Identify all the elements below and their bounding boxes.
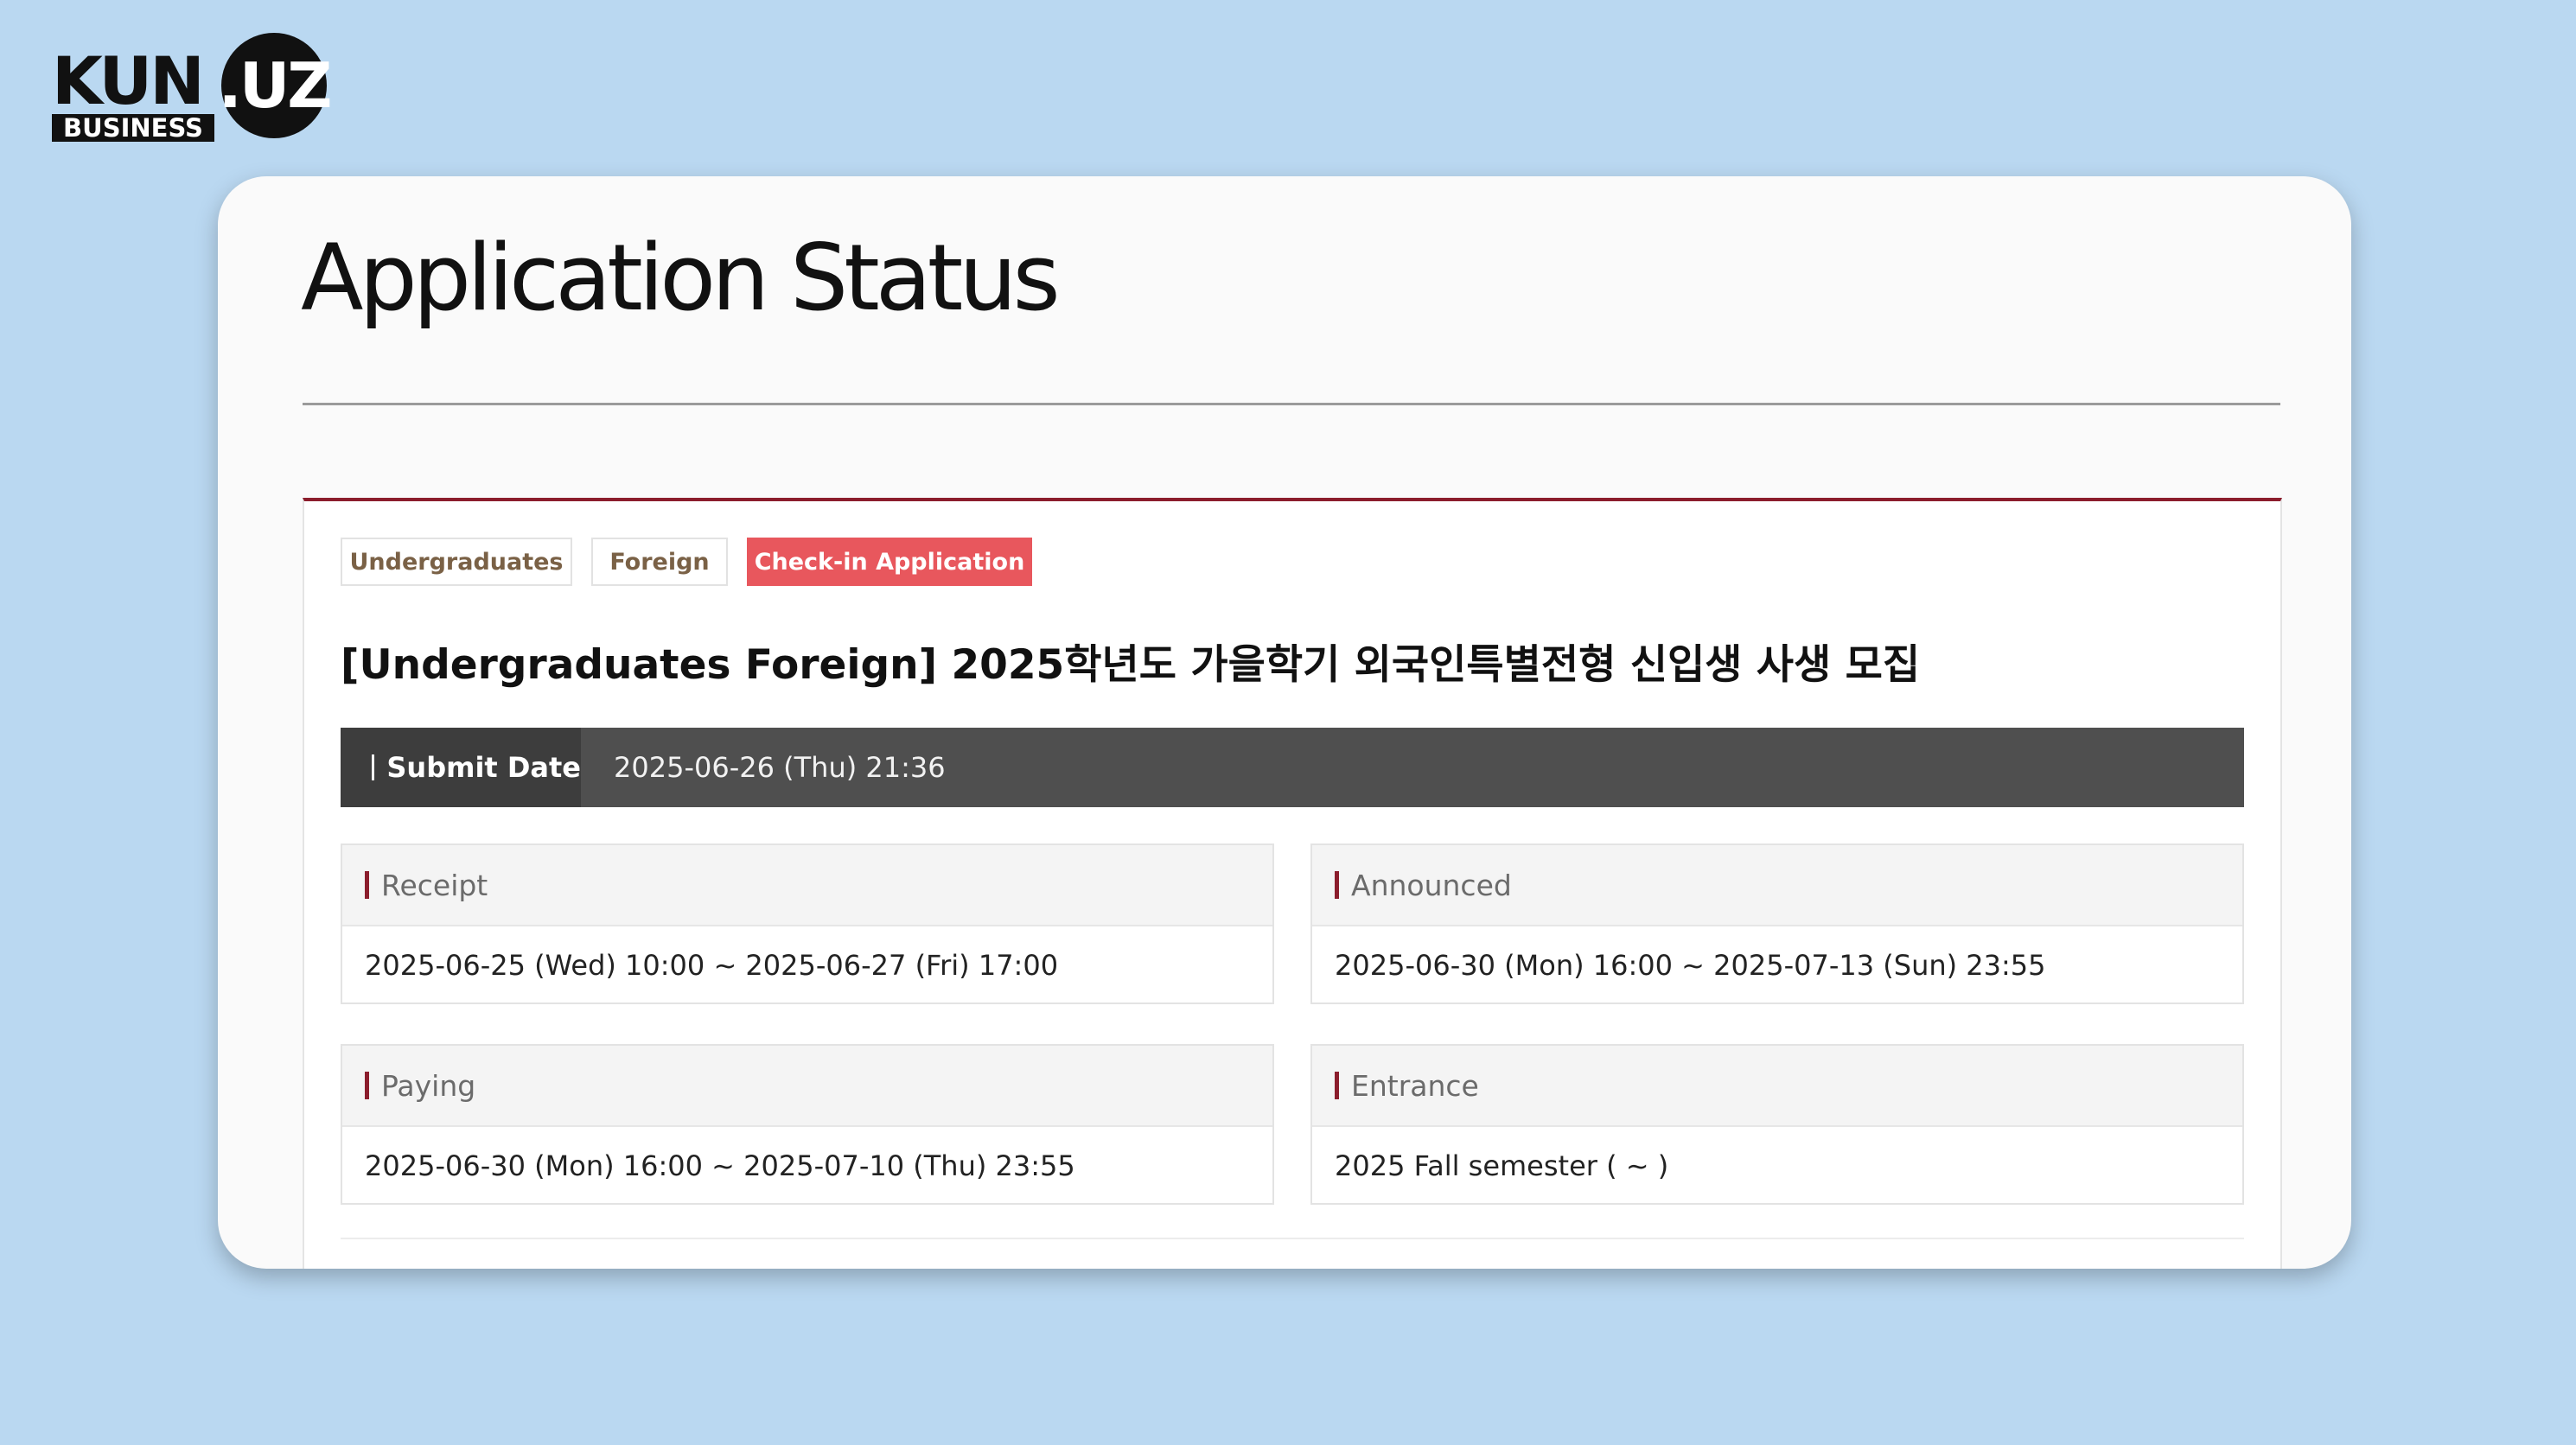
submit-date-value: 2025-06-26 (Thu) 21:36 bbox=[614, 751, 946, 784]
kun-uz-business-logo[interactable]: KUN .UZ BUSINESS bbox=[52, 29, 333, 145]
logo-kun-text: KUN bbox=[52, 42, 205, 119]
paying-period-box: Paying 2025-06-30 (Mon) 16:00 ~ 2025-07-… bbox=[341, 1044, 1274, 1205]
submit-date-label-text: Submit Date bbox=[386, 751, 581, 784]
next-section-edge bbox=[341, 1238, 2244, 1239]
application-status-card: Application Status Undergraduates Foreig… bbox=[218, 176, 2351, 1269]
paying-value: 2025-06-30 (Mon) 16:00 ~ 2025-07-10 (Thu… bbox=[365, 1149, 1075, 1182]
label-marker bbox=[365, 871, 369, 899]
tab-undergraduates[interactable]: Undergraduates bbox=[341, 538, 572, 586]
submit-date-label: Submit Date bbox=[341, 728, 581, 807]
logo-uz-badge: .UZ bbox=[218, 33, 333, 138]
page-title: Application Status bbox=[301, 225, 1061, 331]
entrance-box: Entrance 2025 Fall semester ( ~ ) bbox=[1310, 1044, 2244, 1205]
category-tabs: Undergraduates Foreign Check-in Applicat… bbox=[341, 538, 1032, 586]
info-header: Announced bbox=[1312, 845, 2242, 926]
entrance-value: 2025 Fall semester ( ~ ) bbox=[1335, 1149, 1669, 1182]
info-header: Paying bbox=[342, 1046, 1272, 1127]
logo-business-label: BUSINESS bbox=[52, 113, 214, 143]
title-divider bbox=[303, 403, 2280, 405]
paying-label: Paying bbox=[381, 1068, 476, 1103]
tab-foreign[interactable]: Foreign bbox=[591, 538, 728, 586]
announced-label: Announced bbox=[1351, 868, 1512, 902]
receipt-value: 2025-06-25 (Wed) 10:00 ~ 2025-06-27 (Fri… bbox=[365, 949, 1059, 982]
label-marker bbox=[1335, 1072, 1339, 1099]
receipt-period-box: Receipt 2025-06-25 (Wed) 10:00 ~ 2025-06… bbox=[341, 843, 1274, 1004]
entrance-label: Entrance bbox=[1351, 1068, 1479, 1103]
label-marker bbox=[365, 1072, 369, 1099]
info-header: Entrance bbox=[1312, 1046, 2242, 1127]
receipt-label: Receipt bbox=[381, 868, 488, 902]
label-marker bbox=[372, 754, 375, 780]
label-marker bbox=[1335, 871, 1339, 899]
announced-period-box: Announced 2025-06-30 (Mon) 16:00 ~ 2025-… bbox=[1310, 843, 2244, 1004]
application-panel: Undergraduates Foreign Check-in Applicat… bbox=[303, 498, 2282, 1269]
announced-value: 2025-06-30 (Mon) 16:00 ~ 2025-07-13 (Sun… bbox=[1335, 949, 2046, 982]
info-header: Receipt bbox=[342, 845, 1272, 926]
submit-date-bar: Submit Date 2025-06-26 (Thu) 21:36 bbox=[341, 728, 2244, 807]
tab-check-in-application[interactable]: Check-in Application bbox=[747, 538, 1032, 586]
application-title: [Undergraduates Foreign] 2025학년도 가을학기 외국… bbox=[341, 641, 1921, 689]
